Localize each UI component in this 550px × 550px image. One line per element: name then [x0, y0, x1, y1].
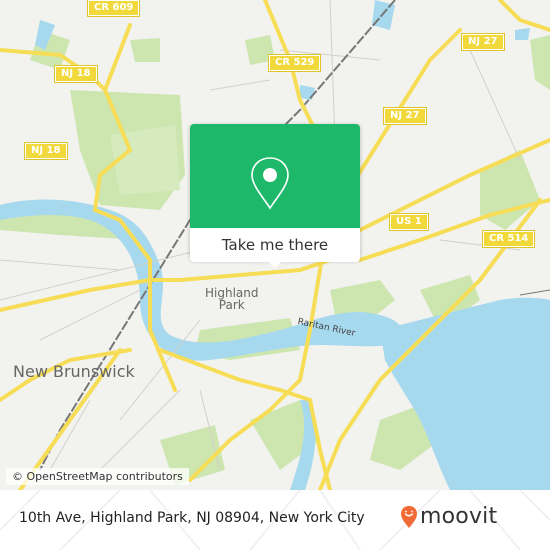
popup-pointer: [267, 260, 283, 268]
map-attribution[interactable]: © OpenStreetMap contributors: [6, 468, 189, 485]
map-view[interactable]: CR 609 NJ 18 NJ 18 CR 529 NJ 27 NJ 27 US…: [0, 0, 550, 490]
popup-header: [190, 124, 360, 228]
moovit-pin-icon: [401, 505, 417, 528]
rail-spur: [519, 289, 550, 296]
take-me-there-button[interactable]: Take me there: [190, 228, 360, 262]
route-shield-cr609: CR 609: [86, 0, 141, 17]
route-shield-us1: US 1: [389, 213, 429, 231]
place-label-new-brunswick: New Brunswick: [13, 362, 135, 381]
route-shield-nj18-north: NJ 18: [54, 65, 98, 83]
address-text: 10th Ave, Highland Park, NJ 08904, New Y…: [19, 510, 365, 526]
moovit-logo[interactable]: moovit: [400, 504, 497, 529]
destination-popup: Take me there: [190, 124, 360, 268]
route-shield-cr529: CR 529: [267, 54, 322, 72]
place-label-highland-park: Highland Park: [205, 287, 259, 311]
footer-bar: 10th Ave, Highland Park, NJ 08904, New Y…: [0, 490, 550, 550]
route-shield-nj18-south: NJ 18: [24, 142, 68, 160]
route-shield-nj27-south: NJ 27: [383, 107, 427, 125]
moovit-wordmark: moovit: [420, 504, 498, 529]
location-pin-icon: [251, 157, 289, 210]
route-shield-cr514: CR 514: [481, 230, 536, 248]
route-shield-nj27-north: NJ 27: [461, 33, 505, 51]
place-label-line: Park: [218, 298, 245, 312]
